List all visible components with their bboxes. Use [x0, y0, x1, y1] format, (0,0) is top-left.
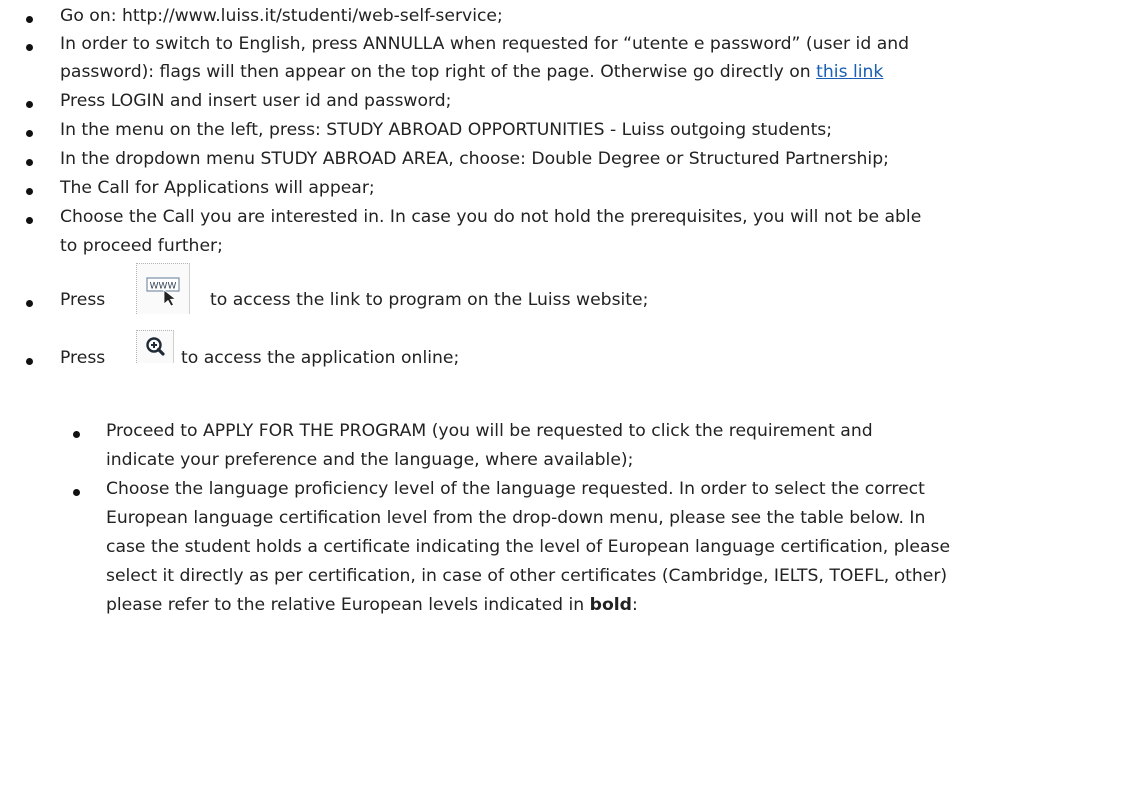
- item-text: In order to switch to English, press ANN…: [60, 34, 910, 54]
- item-text: The Call for Applications will appear;: [60, 178, 375, 198]
- subitem-text-line5: please refer to the relative European le…: [106, 591, 638, 620]
- bullet: [26, 101, 33, 108]
- item-text: In the dropdown menu STUDY ABROAD AREA, …: [60, 149, 889, 169]
- bullet: [26, 300, 33, 307]
- subitem-text-line4: select it directly as per certification,…: [106, 566, 948, 586]
- bullet: [73, 489, 80, 496]
- bullet: [26, 130, 33, 137]
- bullet: [26, 44, 33, 51]
- bold-word: bold: [589, 595, 632, 615]
- item-text-line2: password): flags will then appear on the…: [60, 58, 883, 87]
- subitem-text-line2: European language certification level fr…: [106, 508, 926, 528]
- subitem-text-line2: indicate your preference and the languag…: [106, 450, 634, 470]
- subitem-text: please refer to the relative European le…: [106, 595, 585, 615]
- this-link[interactable]: this link: [816, 62, 883, 82]
- press-label: Press: [60, 348, 106, 368]
- www-link-icon[interactable]: WWW: [136, 263, 190, 314]
- item-text: Press LOGIN and insert user id and passw…: [60, 91, 452, 111]
- subitem-text: Proceed to APPLY FOR THE PROGRAM (you wi…: [106, 421, 873, 441]
- bullet: [26, 159, 33, 166]
- subitem-text-line3: case the student holds a certificate ind…: [106, 537, 951, 557]
- bullet: [73, 431, 80, 438]
- www-link-icon: WWW: [146, 277, 180, 307]
- bullet: [26, 188, 33, 195]
- item-text-line2: to proceed further;: [60, 236, 223, 256]
- item-text: Choose the Call you are interested in. I…: [60, 207, 922, 227]
- bullet: [26, 16, 33, 23]
- item-text: to access the link to program on the Lui…: [210, 290, 649, 310]
- colon: :: [631, 595, 638, 615]
- item-text: to access the application online;: [181, 348, 460, 368]
- instructions-page: Go on: http://www.luiss.it/studenti/web-…: [0, 0, 1146, 785]
- item-text: Go on: http://www.luiss.it/studenti/web-…: [60, 6, 503, 26]
- zoom-in-icon: [146, 337, 165, 356]
- zoom-in-icon[interactable]: [136, 330, 174, 363]
- bullet: [26, 358, 33, 365]
- press-label: Press: [60, 290, 106, 310]
- www-icon-text: WWW: [150, 282, 177, 292]
- item-text: In the menu on the left, press: STUDY AB…: [60, 120, 833, 140]
- subitem-text: Choose the language proficiency level of…: [106, 479, 925, 499]
- bullet: [26, 217, 33, 224]
- item-text: password): flags will then appear on the…: [60, 62, 811, 82]
